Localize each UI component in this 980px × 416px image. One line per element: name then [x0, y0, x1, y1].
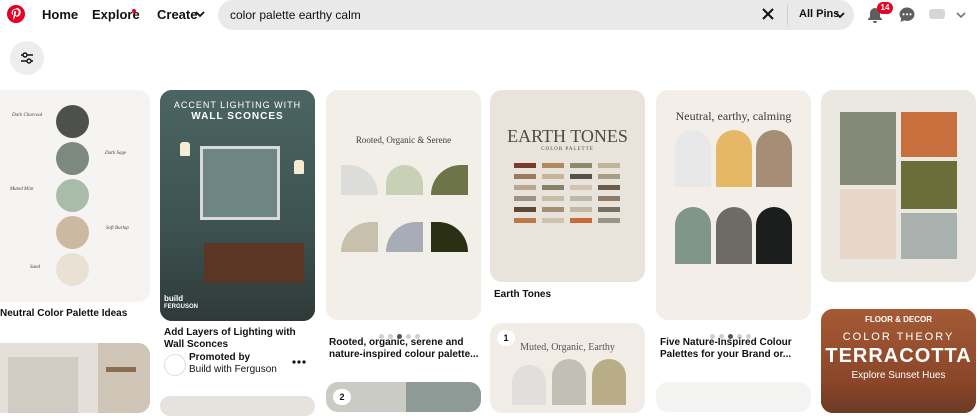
promoter-name[interactable]: Build with Ferguson	[189, 364, 277, 375]
search-bar[interactable]: color palette earthy calm All Pins	[218, 0, 854, 30]
user-avatar[interactable]	[929, 9, 945, 19]
build-logo-text: build	[164, 294, 184, 303]
swatch-serpentine	[431, 222, 468, 252]
pin-partial[interactable]	[160, 396, 315, 416]
pin-neutral-earthy-calming[interactable]: Neutral, earthy, calming	[656, 90, 811, 320]
earth-tones-swatch-grid	[514, 163, 622, 243]
pin-rooted-organic-serene[interactable]: Rooted, Organic & Serene	[326, 90, 481, 320]
headline-line2: TERRACOTTA	[825, 345, 972, 367]
palette-block	[406, 382, 481, 412]
nav-home[interactable]: Home	[42, 7, 78, 22]
swatch-ivy	[431, 165, 468, 195]
chevron-down-icon[interactable]	[835, 11, 845, 19]
label-soft-burlap: Soft Burlap	[106, 226, 129, 231]
swatch-dark-sage	[56, 142, 89, 175]
search-input[interactable]: color palette earthy calm	[230, 8, 361, 22]
wood-console	[204, 243, 304, 283]
swatch-spring	[386, 165, 423, 195]
nav-create[interactable]: Create	[157, 7, 197, 22]
swatch-2	[552, 359, 586, 405]
swatch-sand	[56, 253, 89, 286]
shower-wall	[8, 357, 78, 413]
label-dark-sage: Dark Sage	[105, 151, 127, 156]
ferguson-logo-text: FERGUSON	[164, 304, 199, 310]
swatch-marigold	[716, 130, 752, 187]
swatch-1	[512, 365, 546, 405]
pin-muted-organic-earthy[interactable]: 1 Muted, Organic, Earthy	[490, 323, 645, 413]
swatch-slate	[716, 207, 752, 264]
more-options-icon[interactable]	[292, 360, 306, 364]
pin-caption[interactable]: Earth Tones	[494, 289, 644, 301]
all-pins-dropdown[interactable]: All Pins	[799, 8, 839, 20]
pin-neutral-color-palette[interactable]: Dark Charcoal Dark Sage Muted Mint Soft …	[0, 90, 150, 302]
explore-notification-dot	[132, 9, 136, 13]
pinterest-logo-icon[interactable]	[7, 5, 25, 23]
swatch-terracotta	[901, 112, 957, 157]
pin-caption[interactable]: Rooted, organic, serene and nature-inspi…	[329, 337, 479, 361]
swatch-pebble	[386, 222, 423, 252]
pin-caption[interactable]: Neutral Color Palette Ideas	[0, 308, 150, 320]
pin-color-theory-terracotta[interactable]: FLOOR & DECOR COLOR THEORY TERRACOTTA Ex…	[821, 309, 976, 413]
clear-search-icon[interactable]	[761, 7, 775, 21]
filter-button[interactable]	[10, 41, 44, 75]
pin-caption[interactable]: Five Nature-Inspired Colour Palettes for…	[660, 337, 810, 361]
pin-headline-line2: WALL SCONCES	[191, 111, 284, 122]
promoter-avatar[interactable]	[164, 354, 186, 376]
pin-color-blocks[interactable]	[821, 90, 976, 282]
swatch-soft-burlap	[56, 216, 89, 249]
palette-heading: Rooted, Organic & Serene	[355, 135, 452, 145]
swatch-cloud	[675, 130, 711, 187]
swatch-blush	[840, 189, 896, 259]
swatch-frost	[341, 165, 378, 195]
pin-caption[interactable]: Add Layers of Lighting with Wall Sconces	[164, 327, 314, 351]
earth-tones-heading: EARTH TONES	[507, 126, 628, 146]
right-sconce	[294, 160, 304, 174]
swatch-dark-charcoal	[56, 105, 89, 138]
messages-icon[interactable]	[898, 6, 916, 24]
swatch-black	[756, 207, 792, 264]
chevron-down-icon[interactable]	[956, 11, 966, 19]
swatch-sage	[341, 222, 378, 252]
swatch-grey-blue	[901, 213, 957, 259]
shelf	[106, 367, 136, 372]
swatch-sage	[675, 207, 711, 264]
swatch-moss	[901, 161, 957, 209]
pin-headline-line1: ACCENT LIGHTING WITH	[173, 100, 302, 110]
headline-line1: COLOR THEORY	[842, 331, 955, 343]
palette-heading: Muted, Organic, Earthy	[520, 342, 615, 353]
swatch-3	[592, 359, 626, 405]
pin-earth-tones[interactable]: EARTH TONES COLOR PALETTE	[490, 90, 645, 282]
swatch-muted-mint	[56, 179, 89, 212]
headline-line3: Explore Sunset Hues	[851, 370, 946, 381]
earth-tones-subheading: COLOR PALETTE	[541, 147, 594, 152]
pin-palette-collection[interactable]: 2	[326, 382, 481, 412]
chevron-down-icon[interactable]	[195, 10, 205, 18]
swatch-olive-grey	[840, 112, 896, 185]
swatch-cocoa	[756, 130, 792, 187]
top-navigation-bar: Home Explore Create color palette earthy…	[0, 0, 980, 32]
notification-count-badge: 14	[877, 2, 893, 14]
pin-partial[interactable]	[656, 382, 811, 412]
pin-wall-sconces[interactable]: ACCENT LIGHTING WITH WALL SCONCES build …	[160, 90, 315, 321]
wall-mirror	[200, 146, 280, 220]
label-sand: Sand	[30, 265, 40, 270]
search-divider	[787, 5, 788, 25]
promoted-by-label: Promoted by	[189, 352, 251, 363]
label-dark-charcoal: Dark Charcoal	[12, 113, 43, 118]
sliders-icon	[21, 52, 33, 64]
left-sconce	[180, 142, 190, 156]
build-logo: build FERGUSON	[164, 294, 199, 317]
brand-name: FLOOR & DECOR	[864, 315, 933, 324]
label-muted-mint: Muted Mint	[10, 187, 34, 192]
palette-heading: Neutral, earthy, calming	[675, 109, 792, 123]
